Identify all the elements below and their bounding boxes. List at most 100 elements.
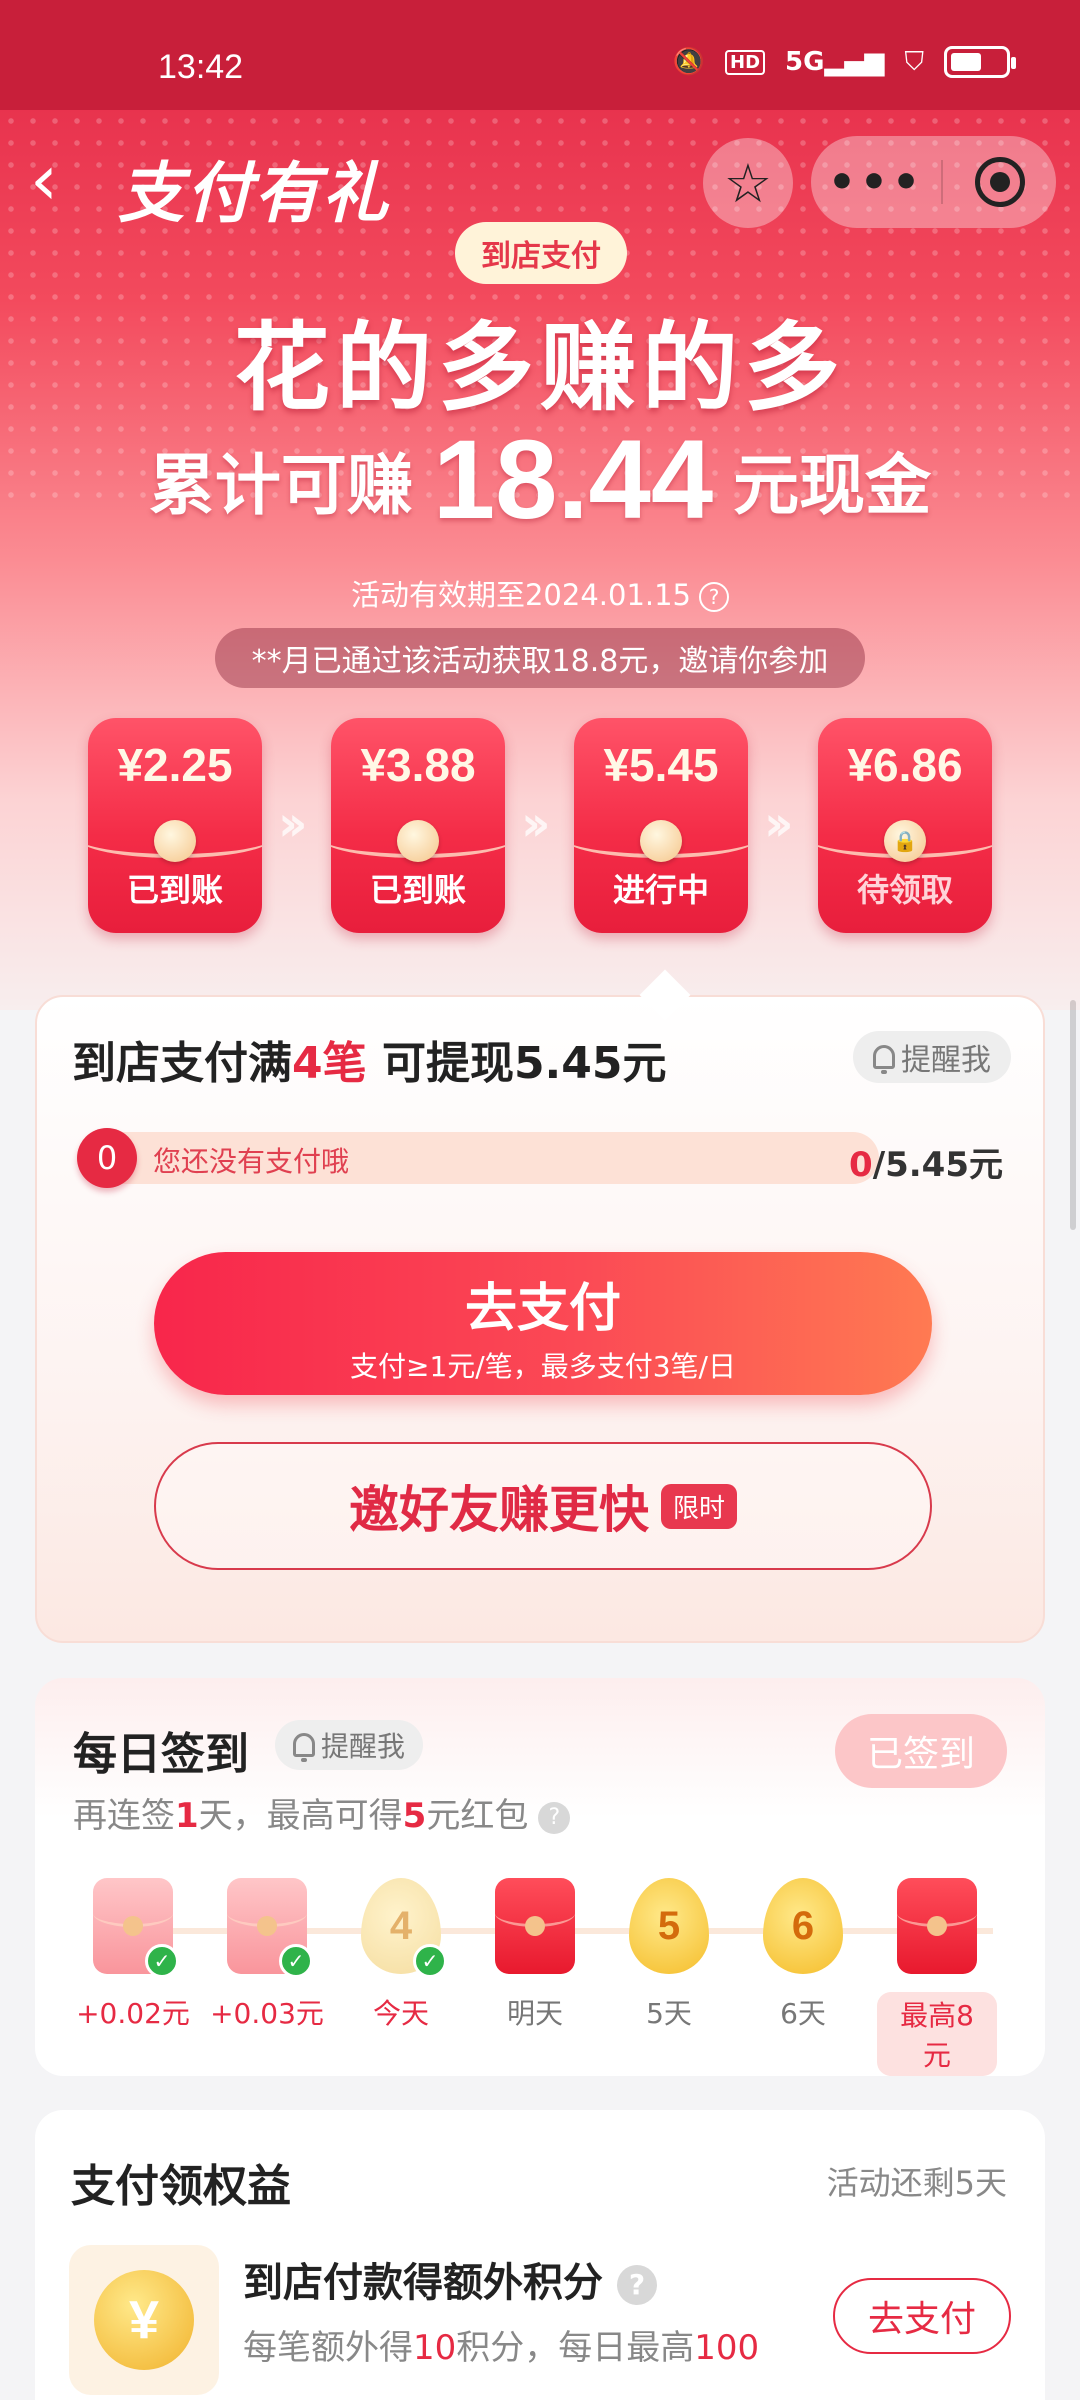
checkin-title: 每日签到 xyxy=(73,1729,249,1780)
task-title-count: 4笔 xyxy=(292,1038,367,1089)
day-icon-wrap: 5 xyxy=(629,1878,709,1978)
bell-icon xyxy=(873,1045,895,1074)
step-amount: ¥2.25 xyxy=(117,739,233,791)
sub-mid: 天，最高可得 xyxy=(198,1796,403,1836)
day-label: 6天 xyxy=(780,1997,826,2030)
day-icon-wrap: ✓ xyxy=(227,1878,313,1978)
mute-icon: 🔕 xyxy=(672,47,706,77)
progress-badge: 0 xyxy=(77,1128,137,1188)
day-icon-wrap: 4 ✓ xyxy=(361,1878,447,1978)
status-time: 13:42 xyxy=(158,48,244,86)
sub-post: 元红包 xyxy=(426,1796,529,1836)
benefits-card: 支付领权益 活动还剩5天 ¥ 到店付款得额外积分? 每笔额外得10积分，每日最高… xyxy=(35,2110,1045,2400)
chevron-right-icon: ›› xyxy=(278,796,307,852)
day-label: 5天 xyxy=(646,1997,692,2030)
points-drop-icon: 6 xyxy=(763,1878,843,1974)
status-bar: 13:42 🔕 HD 5G▂▄▆ ⛉ xyxy=(0,0,1080,110)
checkin-day: ✓ +0.03元 xyxy=(207,1878,327,2032)
signed-in-button[interactable]: 已签到 xyxy=(835,1714,1007,1788)
desc-pre: 每笔额外得 xyxy=(243,2328,413,2368)
page-title: 支付有礼 xyxy=(118,155,390,232)
chevron-right-icon: ›› xyxy=(521,796,550,852)
checkin-day: 5 5天 xyxy=(609,1878,729,2032)
subline-suffix: 元现金 xyxy=(733,447,932,524)
step-status: 已到账 xyxy=(126,871,223,909)
star-icon[interactable]: ☆ xyxy=(703,138,793,228)
scrollbar[interactable] xyxy=(1070,1000,1076,1230)
task-title: 到店支付满4笔 可提现5.45元 xyxy=(72,1027,667,1091)
step-card[interactable]: ¥5.45 进行中 xyxy=(574,718,748,933)
back-icon[interactable]: ‹ xyxy=(30,145,58,215)
help-icon[interactable]: ? xyxy=(538,1801,571,1834)
limited-time-badge: 限时 xyxy=(660,1483,737,1529)
step-status: 已到账 xyxy=(369,871,466,909)
checkin-day: 最高8元 xyxy=(877,1878,997,2076)
validity-label: 活动有效期至2024.01.15 xyxy=(350,578,692,612)
progress-amount: 0/5.45元 xyxy=(849,1137,1003,1186)
target-icon xyxy=(974,157,1025,207)
more-icon[interactable]: ••• xyxy=(811,157,941,208)
coin-icon xyxy=(640,820,682,862)
check-icon: ✓ xyxy=(145,1944,179,1978)
check-icon: ✓ xyxy=(279,1944,313,1978)
progress-current: 0 xyxy=(849,1145,873,1185)
pay-button[interactable]: 去支付 支付≥1元/笔，最多支付3笔/日 xyxy=(154,1252,932,1395)
remind-label: 提醒我 xyxy=(901,1043,991,1078)
desc-mid: 积分，每日最高 xyxy=(456,2328,695,2368)
task-title-post: 可提现5.45元 xyxy=(366,1038,667,1089)
checkin-subtitle: 再连签1天，最高可得5元红包? xyxy=(73,1788,571,1837)
day-icon-wrap xyxy=(495,1878,575,1978)
day-icon-wrap: ✓ xyxy=(93,1878,179,1978)
battery-icon xyxy=(944,46,1016,78)
task-card: 到店支付满4笔 可提现5.45元 提醒我 0 您还没有支付哦 0/5.45元 去… xyxy=(35,969,1045,1643)
check-icon: ✓ xyxy=(413,1944,447,1978)
close-miniprogram-button[interactable] xyxy=(943,157,1056,207)
step-card[interactable]: ¥6.86 🔒 待领取 xyxy=(818,718,992,933)
pay-button-label: 去支付 xyxy=(464,1279,621,1339)
checkin-day: 明天 xyxy=(475,1878,595,2032)
day-icon-wrap xyxy=(897,1878,977,1978)
day-icon-wrap: 6 xyxy=(763,1878,843,1978)
day-label: +0.03元 xyxy=(210,1997,324,2030)
progress-message: 您还没有支付哦 xyxy=(153,1145,350,1178)
hero-headline: 花的多赚的多 xyxy=(234,312,846,424)
day-label: 今天 xyxy=(372,1997,429,2030)
total-amount: 18.44 xyxy=(432,417,714,542)
hero-subline: 累计可赚 18.44 元现金 xyxy=(0,420,1080,540)
pay-button-sub: 支付≥1元/笔，最多支付3笔/日 xyxy=(350,1350,736,1383)
benefit-pay-button[interactable]: 去支付 xyxy=(833,2278,1011,2354)
sub-amount: 5 xyxy=(402,1796,427,1836)
red-envelope-icon xyxy=(897,1878,977,1974)
shield-icon: ⛉ xyxy=(904,46,924,77)
day-label: 最高8元 xyxy=(877,1992,997,2076)
help-icon[interactable]: ? xyxy=(617,2265,657,2305)
checkin-days: ✓ +0.02元 ✓ +0.03元 4 ✓ 今天 明天 5 5天 6 6天 最高8元 xyxy=(73,1878,1013,2076)
step-card[interactable]: ¥2.25 已到账 xyxy=(88,718,262,933)
desc-num1: 10 xyxy=(413,2328,457,2368)
invite-friends-button[interactable]: 邀好友赚更快 限时 xyxy=(154,1442,932,1570)
invite-notice: **月已通过该活动获取18.8元，邀请你参加 xyxy=(215,628,865,688)
checkin-day: 4 ✓ 今天 xyxy=(341,1878,461,2032)
remind-button[interactable]: 提醒我 xyxy=(853,1031,1011,1083)
sub-days: 1 xyxy=(175,1796,199,1836)
help-icon[interactable]: ? xyxy=(699,582,730,612)
bell-icon xyxy=(293,1733,315,1762)
checkin-remind-button[interactable]: 提醒我 xyxy=(275,1720,424,1770)
reward-steps: ¥2.25 已到账 ›› ¥3.88 已到账 ›› ¥5.45 进行中 ›› ¥… xyxy=(88,718,992,933)
step-card[interactable]: ¥3.88 已到账 xyxy=(331,718,505,933)
status-icons: 🔕 HD 5G▂▄▆ ⛉ xyxy=(672,46,1016,78)
mini-program-capsule: ••• xyxy=(811,136,1056,228)
points-drop-icon: 5 xyxy=(629,1878,709,1974)
coin-icon xyxy=(154,820,196,862)
remind-label: 提醒我 xyxy=(321,1730,406,1763)
coin-icon: ¥ xyxy=(94,2270,194,2370)
validity-text: 活动有效期至2024.01.15? xyxy=(0,572,1080,614)
chevron-right-icon: ›› xyxy=(764,796,793,852)
checkin-day: 6 6天 xyxy=(743,1878,863,2032)
desc-num2: 100 xyxy=(694,2328,760,2368)
step-status: 进行中 xyxy=(612,871,709,909)
step-amount: ¥3.88 xyxy=(360,739,476,791)
red-envelope-icon xyxy=(495,1878,575,1974)
progress-total: /5.45元 xyxy=(872,1145,1003,1185)
invite-label: 邀好友赚更快 xyxy=(348,1481,649,1539)
